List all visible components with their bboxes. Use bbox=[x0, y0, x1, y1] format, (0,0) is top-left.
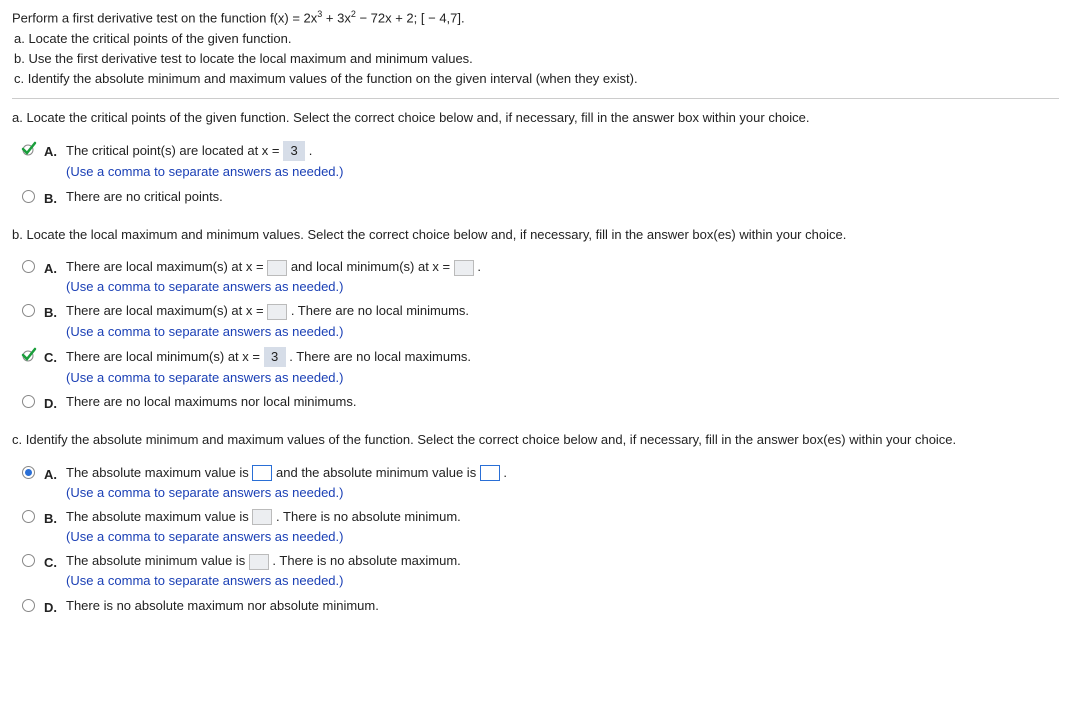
radio-selected-icon[interactable] bbox=[22, 466, 35, 479]
part-c-choice-a[interactable]: A. The absolute maximum value is and the… bbox=[12, 464, 1059, 502]
part-a-prompt: a. Locate the critical points of the giv… bbox=[12, 109, 1059, 127]
choice-letter: A. bbox=[44, 141, 66, 161]
answer-input-blank[interactable] bbox=[454, 260, 474, 276]
choice-text: The absolute maximum value is bbox=[66, 509, 252, 524]
part-c-choice-c[interactable]: C. The absolute minimum value is . There… bbox=[12, 552, 1059, 590]
choice-text: There are local maximum(s) at x = bbox=[66, 259, 267, 274]
radio-correct-icon[interactable] bbox=[22, 349, 36, 363]
choice-text: . There is no absolute minimum. bbox=[272, 509, 460, 524]
choice-letter: B. bbox=[44, 188, 66, 208]
choice-letter: D. bbox=[44, 393, 66, 413]
choice-letter: B. bbox=[44, 508, 66, 528]
radio-icon[interactable] bbox=[22, 510, 35, 523]
part-c-choice-d[interactable]: D. There is no absolute maximum nor abso… bbox=[12, 597, 1059, 617]
hint-text: (Use a comma to separate answers as need… bbox=[66, 323, 1059, 341]
choice-text: . There are no local minimums. bbox=[287, 303, 469, 318]
part-b-choice-a[interactable]: A. There are local maximum(s) at x = and… bbox=[12, 258, 1059, 296]
subitem-b: b. Use the first derivative test to loca… bbox=[14, 50, 1059, 68]
choice-letter: C. bbox=[44, 552, 66, 572]
choice-text: The critical point(s) are located at x = bbox=[66, 143, 283, 158]
part-b-choice-c[interactable]: C. There are local minimum(s) at x = 3 .… bbox=[12, 347, 1059, 387]
choice-text: . There is no absolute maximum. bbox=[269, 553, 461, 568]
question-stem: Perform a first derivative test on the f… bbox=[12, 8, 1059, 28]
answer-input-filled[interactable]: 3 bbox=[283, 141, 305, 161]
subitem-a: a. Locate the critical points of the giv… bbox=[14, 30, 1059, 48]
choice-text: There are local maximum(s) at x = bbox=[66, 303, 267, 318]
part-a-choice-b[interactable]: B. There are no critical points. bbox=[12, 188, 1059, 208]
stem-text-3: − 72x + 2; [ − 4,7]. bbox=[356, 10, 465, 25]
answer-input-filled[interactable]: 3 bbox=[264, 347, 286, 367]
answer-input-blank[interactable] bbox=[267, 304, 287, 320]
part-b-choice-d[interactable]: D. There are no local maximums nor local… bbox=[12, 393, 1059, 413]
choice-letter: A. bbox=[44, 464, 66, 484]
hint-text: (Use a comma to separate answers as need… bbox=[66, 528, 1059, 546]
part-a-choice-a[interactable]: A. The critical point(s) are located at … bbox=[12, 141, 1059, 181]
choice-letter: B. bbox=[44, 302, 66, 322]
stem-text-2: + 3x bbox=[322, 10, 351, 25]
answer-input-blank[interactable] bbox=[252, 509, 272, 525]
choice-text: The absolute maximum value is bbox=[66, 465, 252, 480]
stem-text-1: Perform a first derivative test on the f… bbox=[12, 10, 317, 25]
choice-text: There are no local maximums nor local mi… bbox=[66, 393, 1059, 411]
choice-text: There are local minimum(s) at x = bbox=[66, 349, 264, 364]
choice-text: There are no critical points. bbox=[66, 188, 1059, 206]
hint-text: (Use a comma to separate answers as need… bbox=[66, 163, 1059, 181]
hint-text: (Use a comma to separate answers as need… bbox=[66, 278, 1059, 296]
part-c-prompt: c. Identify the absolute minimum and max… bbox=[12, 431, 1059, 449]
radio-icon[interactable] bbox=[22, 304, 35, 317]
choice-letter: C. bbox=[44, 347, 66, 367]
hint-text: (Use a comma to separate answers as need… bbox=[66, 484, 1059, 502]
subitem-c: c. Identify the absolute minimum and max… bbox=[14, 70, 1059, 88]
divider bbox=[12, 98, 1059, 99]
choice-text: . bbox=[474, 259, 481, 274]
choice-text: The absolute minimum value is bbox=[66, 553, 249, 568]
choice-text-post: . bbox=[305, 143, 312, 158]
hint-text: (Use a comma to separate answers as need… bbox=[66, 572, 1059, 590]
choice-text: There is no absolute maximum nor absolut… bbox=[66, 597, 1059, 615]
choice-letter: D. bbox=[44, 597, 66, 617]
answer-input-active[interactable] bbox=[252, 465, 272, 481]
answer-input-active[interactable] bbox=[480, 465, 500, 481]
answer-input-blank[interactable] bbox=[267, 260, 287, 276]
choice-text: . There are no local maximums. bbox=[286, 349, 471, 364]
hint-text: (Use a comma to separate answers as need… bbox=[66, 369, 1059, 387]
radio-icon[interactable] bbox=[22, 260, 35, 273]
part-b-choice-b[interactable]: B. There are local maximum(s) at x = . T… bbox=[12, 302, 1059, 340]
choice-text: . bbox=[500, 465, 507, 480]
radio-correct-icon[interactable] bbox=[22, 143, 36, 157]
radio-icon[interactable] bbox=[22, 599, 35, 612]
answer-input-blank[interactable] bbox=[249, 554, 269, 570]
radio-icon[interactable] bbox=[22, 554, 35, 567]
radio-icon[interactable] bbox=[22, 395, 35, 408]
choice-letter: A. bbox=[44, 258, 66, 278]
part-b-prompt: b. Locate the local maximum and minimum … bbox=[12, 226, 1059, 244]
choice-text: and local minimum(s) at x = bbox=[287, 259, 454, 274]
radio-icon[interactable] bbox=[22, 190, 35, 203]
choice-text: and the absolute minimum value is bbox=[272, 465, 479, 480]
part-c-choice-b[interactable]: B. The absolute maximum value is . There… bbox=[12, 508, 1059, 546]
